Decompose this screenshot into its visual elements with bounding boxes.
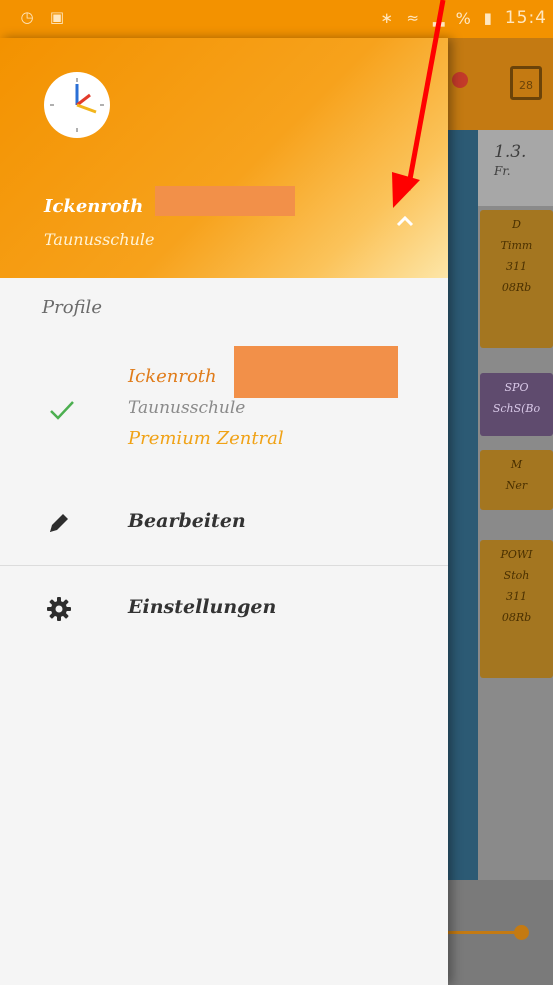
- signal-icon: ▂: [432, 9, 445, 27]
- profile-tier: Premium Zentral: [128, 428, 284, 449]
- profile-name: Ickenroth: [128, 366, 217, 387]
- lesson-card[interactable]: SPO SchS(Bo: [480, 373, 553, 436]
- header-school: Taunusschule: [44, 230, 155, 249]
- day-date: 1.3.: [494, 142, 527, 162]
- day-weekday: Fr.: [494, 164, 511, 178]
- timeline-slider-handle[interactable]: [514, 925, 529, 940]
- timeline-slider-track[interactable]: [448, 931, 520, 934]
- section-label-profiles: Profile: [42, 297, 102, 318]
- lesson-teacher: Ner: [505, 479, 528, 492]
- settings-menu-label: Einstellungen: [128, 596, 277, 618]
- edit-menu-label: Bearbeiten: [128, 510, 246, 532]
- lesson-room: 311: [506, 590, 527, 603]
- battery-icon: ▮: [483, 9, 492, 27]
- chevron-up-icon[interactable]: [392, 210, 418, 232]
- edit-menu-item[interactable]: Bearbeiten: [0, 490, 448, 554]
- pencil-icon: [50, 514, 68, 532]
- profile-item-active[interactable]: Ickenroth Taunusschule Premium Zentral: [0, 338, 448, 488]
- redaction-box: [234, 346, 398, 398]
- menu-divider: [0, 565, 448, 566]
- lesson-class: 08Rb: [501, 281, 532, 294]
- lesson-room: 311: [506, 260, 527, 273]
- notification-icon[interactable]: [452, 72, 468, 88]
- lesson-teacher: Timm: [500, 239, 533, 252]
- status-bar-left: ◷ ▣: [18, 8, 66, 26]
- bluetooth-icon: ∗: [380, 9, 393, 27]
- status-bar-right: ∗ ≈ ▂ % ▮ 15:4: [378, 8, 547, 28]
- app-logo-clock-icon: [44, 72, 110, 138]
- navigation-drawer: Ickenroth Taunusschule Profile Ickenroth…: [0, 38, 448, 985]
- lesson-card[interactable]: M Ner: [480, 450, 553, 510]
- gear-icon: [47, 597, 71, 621]
- settings-menu-item[interactable]: Einstellungen: [0, 576, 448, 640]
- clock: 15:4: [504, 8, 547, 28]
- lesson-card[interactable]: POWI Stoh 311 08Rb: [480, 540, 553, 678]
- background-timeline: [448, 130, 478, 880]
- battery-percent: %: [455, 8, 471, 28]
- lesson-card[interactable]: D Timm 311 08Rb: [480, 210, 553, 348]
- lesson-teacher: SchS(Bo: [492, 402, 541, 415]
- status-bar: ◷ ▣ ∗ ≈ ▂ % ▮ 15:4: [0, 0, 553, 38]
- check-icon: [50, 401, 74, 420]
- calendar-icon-day: 28: [519, 79, 533, 92]
- alarm-icon: ◷: [20, 8, 34, 26]
- calendar-icon[interactable]: 28: [510, 66, 542, 100]
- wifi-icon: ≈: [406, 9, 419, 27]
- day-header: 1.3. Fr.: [478, 130, 553, 206]
- drawer-header[interactable]: Ickenroth Taunusschule: [0, 38, 448, 278]
- profile-school: Taunusschule: [128, 398, 246, 418]
- lesson-subject: D: [512, 218, 521, 231]
- lesson-class: 08Rb: [501, 611, 532, 624]
- redaction-box: [155, 186, 295, 216]
- header-user-name: Ickenroth: [44, 196, 144, 217]
- lesson-subject: POWI: [500, 548, 533, 561]
- lesson-subject: SPO: [504, 381, 529, 394]
- app-icon: ▣: [49, 8, 65, 26]
- lesson-teacher: Stoh: [503, 569, 530, 582]
- lesson-subject: M: [510, 458, 523, 471]
